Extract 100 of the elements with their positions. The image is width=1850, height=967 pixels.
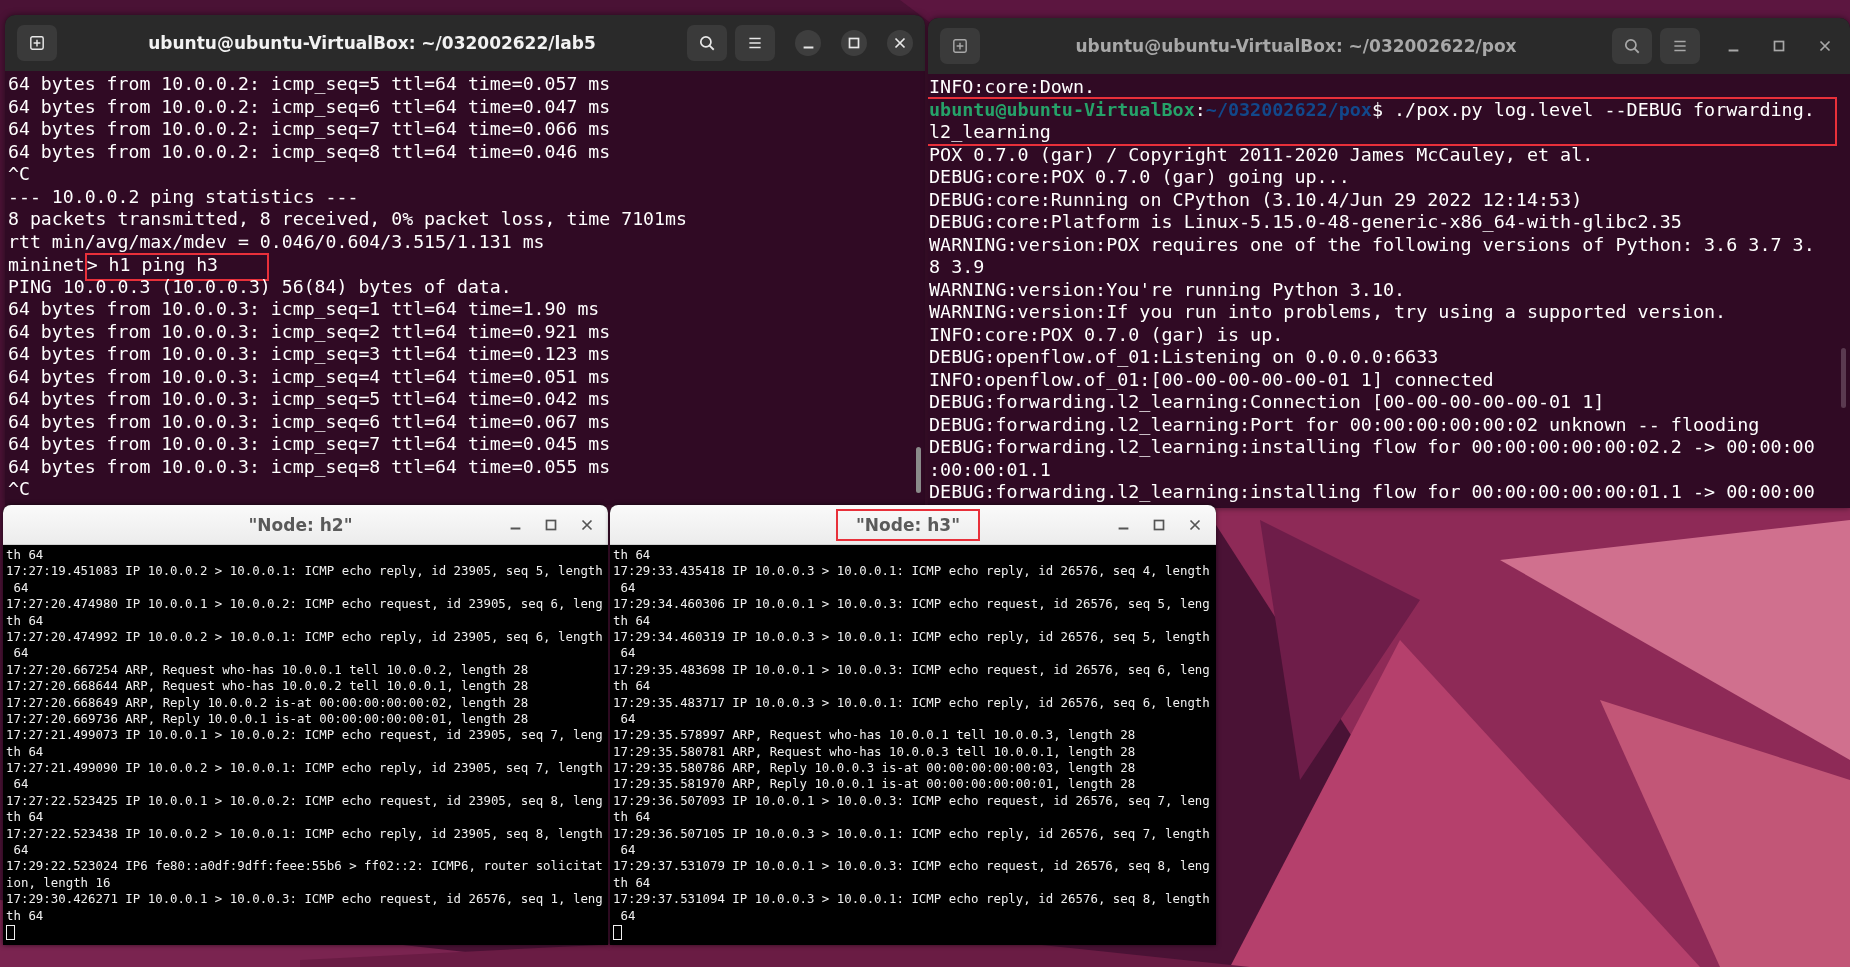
window-title: ubuntu@ubuntu-VirtualBox: ~/032002622/pox [1074, 36, 1518, 56]
terminal-line: 17:27:20.668649 ARP, Reply 10.0.0.2 is-at 00:00:00:00:00:02, length 28 [6, 694, 530, 711]
terminal-line: 17:29:37.531079 IP 10.0.0.1 > 10.0.0.3: ICMP echo request, id 26576, seq 8, leng [613, 858, 1211, 875]
terminal-line: WARNING:version:You're running Python 3.10. [929, 278, 1407, 301]
terminal-line: 64 bytes from 10.0.0.3: icmp_seq=5 ttl=64 time=0.042 ms [8, 388, 612, 411]
terminal-line: 64 [619, 579, 637, 597]
terminal-line: 64 bytes from 10.0.0.3: icmp_seq=7 ttl=64 time=0.045 ms [8, 433, 612, 456]
terminal-line: 64 bytes from 10.0.0.2: icmp_seq=5 ttl=64 time=0.057 ms [8, 73, 612, 96]
terminal-line: ion, length 16 [6, 874, 112, 892]
terminal-line: 17:29:35.483698 IP 10.0.0.1 > 10.0.0.3: ICMP echo request, id 26576, seq 6, leng [613, 661, 1211, 679]
plus-square-icon [28, 34, 46, 52]
terminal-line: th 64 [6, 612, 45, 629]
terminal-line: 64 [619, 710, 637, 728]
terminal-line: 64 [619, 645, 637, 662]
terminal-line: ^C [8, 478, 31, 501]
terminal-line: 17:29:22.523024 IP6 fe80::a0df:9dff:feee:55b6 > ff02::2: ICMP6, router solicitat [6, 858, 604, 875]
terminal-line: ^C [8, 163, 31, 186]
terminal-line: th 64 [613, 547, 652, 564]
terminal-line: :00:00:01.1 [929, 458, 1052, 481]
terminal-line: 64 [12, 579, 30, 597]
terminal-line: th 64 [613, 678, 652, 695]
terminal-line: th 64 [613, 612, 652, 629]
terminal-line: 17:29:36.507093 IP 10.0.0.1 > 10.0.0.3: ICMP echo request, id 26576, seq 7, leng [613, 792, 1211, 810]
command-text: $ ./pox.py log.level --DEBUG forwarding. [1371, 98, 1815, 120]
scrollbar-thumb[interactable] [916, 447, 921, 493]
terminal-line: 64 bytes from 10.0.0.3: icmp_seq=8 ttl=64 time=0.055 ms [8, 455, 612, 478]
window-title: "Node: h3" [836, 508, 980, 541]
minimize-icon [1727, 48, 1739, 52]
terminal-line: POX 0.7.0 (gar) / Copyright 2011-2020 James McCauley, et al. [929, 143, 1595, 166]
terminal-line: DEBUG:core:Running on CPython (3.10.4/Jun 29 2022 12:14:53) [929, 188, 1584, 211]
terminal-line: th 64 [6, 907, 45, 924]
terminal-line: DEBUG:core:POX 0.7.0 (gar) going up... [929, 166, 1351, 189]
terminal-line: 17:27:20.669736 ARP, Reply 10.0.0.1 is-at 00:00:00:00:00:01, length 28 [6, 710, 530, 728]
terminal-line: INFO:openflow.of_01:[00-00-00-00-00-01 1] connected [929, 368, 1495, 391]
terminal-line: 64 bytes from 10.0.0.3: icmp_seq=1 ttl=64 time=1.90 ms [8, 298, 601, 321]
terminal-line: DEBUG:openflow.of_01:Listening on 0.0.0.0:6633 [929, 346, 1440, 369]
terminal-line: DEBUG:forwarding.l2_learning:installing flow for 00:00:00:00:00:01.1 -> 00:00:00 [929, 481, 1816, 504]
terminal-line: INFO:core:Down. [929, 76, 1097, 99]
terminal-line: 17:29:33.435418 IP 10.0.0.3 > 10.0.0.1: ICMP echo reply, id 26576, seq 4, length [613, 563, 1211, 580]
minimize-button[interactable] [795, 30, 821, 56]
terminal-line: 17:29:30.426271 IP 10.0.0.1 > 10.0.0.3: ICMP echo request, id 26576, seq 1, leng [6, 891, 604, 908]
terminal-line: 64 [12, 645, 30, 662]
minimize-icon [509, 527, 521, 530]
terminal-line: INFO:core:POX 0.7.0 (gar) is up. [929, 323, 1285, 346]
terminal-line: 64 bytes from 10.0.0.2: icmp_seq=8 ttl=64 time=0.046 ms [8, 140, 612, 163]
terminal-line: l2_learning [929, 121, 1052, 144]
terminal-line: 64 [619, 842, 637, 859]
terminal-line: 17:27:20.667254 ARP, Request who-has 10.0.0.1 tell 10.0.0.2, length 28 [6, 661, 530, 679]
terminal-line: 17:29:37.531094 IP 10.0.0.3 > 10.0.0.1: ICMP echo reply, id 26576, seq 8, length [613, 891, 1211, 908]
terminal-line: DEBUG:forwarding.l2_learning:installing flow for 00:00:00:00:00:02.2 -> 00:00:00 [929, 436, 1816, 459]
terminal-line: --- 10.0.0.2 ping statistics --- [8, 185, 360, 208]
new-tab-button[interactable] [17, 25, 57, 61]
terminal-line: th 64 [613, 809, 652, 826]
terminal-line: 8 packets transmitted, 8 received, 0% packet loss, time 7101ms [8, 208, 688, 231]
prompt-path: ~/032002622/pox [1205, 98, 1372, 120]
close-button[interactable] [887, 30, 913, 56]
terminal-line: WARNING:version:If you run into problems, try using a supported version. [929, 301, 1728, 324]
terminal-line: 17:29:35.580781 ARP, Request who-has 10.0.0.3 tell 10.0.0.1, length 28 [613, 743, 1137, 761]
terminal-line: 64 bytes from 10.0.0.3: icmp_seq=4 ttl=64 time=0.051 ms [8, 365, 612, 388]
search-button[interactable] [687, 25, 727, 61]
terminal-line: 17:27:21.499073 IP 10.0.0.1 > 10.0.0.2: ICMP echo request, id 23905, seq 7, leng [6, 727, 604, 744]
prompt-user-host: ubuntu@ubuntu-VirtualBox [929, 98, 1195, 120]
terminal-line: 64 [12, 842, 30, 859]
terminal-line: 17:29:35.578997 ARP, Request who-has 10.0.0.1 tell 10.0.0.3, length 28 [613, 727, 1137, 744]
menu-button[interactable] [735, 25, 775, 61]
terminal-line: 17:29:35.581970 ARP, Reply 10.0.0.1 is-at 00:00:00:00:00:01, length 28 [613, 776, 1137, 793]
terminal-line: rtt min/avg/max/mdev = 0.046/0.604/3.515/1.131 ms [8, 230, 546, 253]
terminal-line: 17:27:20.474992 IP 10.0.0.2 > 10.0.0.1: ICMP echo reply, id 23905, seq 6, length [6, 628, 604, 646]
terminal-line: 17:27:20.474980 IP 10.0.0.1 > 10.0.0.2: ICMP echo request, id 23905, seq 6, leng [6, 596, 604, 613]
terminal-line: WARNING:version:POX requires one of the following versions of Python: 3.6 3.7 3. [929, 233, 1816, 256]
terminal-line: 17:27:22.523425 IP 10.0.0.1 > 10.0.0.2: ICMP echo request, id 23905, seq 8, leng [6, 792, 604, 810]
terminal-line: 17:29:34.460306 IP 10.0.0.1 > 10.0.0.3: ICMP echo request, id 26576, seq 5, leng [613, 596, 1211, 613]
search-icon [1623, 37, 1641, 55]
terminal-line: DEBUG:core:Platform is Linux-5.15.0-48-generic-x86_64-with-glibc2.35 [929, 211, 1683, 234]
terminal-line: th 64 [6, 743, 45, 761]
terminal-line: 17:27:22.523438 IP 10.0.0.2 > 10.0.0.1: ICMP echo reply, id 23905, seq 8, length [6, 825, 604, 843]
terminal-line: 17:27:19.451083 IP 10.0.0.2 > 10.0.0.1: ICMP echo reply, id 23905, seq 5, length [6, 563, 604, 580]
terminal-line: 17:29:35.483717 IP 10.0.0.3 > 10.0.0.1: ICMP echo reply, id 26576, seq 6, length [613, 694, 1211, 711]
minimize-icon [1117, 527, 1129, 530]
terminal-line: 64 bytes from 10.0.0.2: icmp_seq=6 ttl=64 time=0.047 ms [8, 95, 612, 118]
terminal-line: 64 bytes from 10.0.0.3: icmp_seq=3 ttl=64 time=0.123 ms [8, 343, 612, 366]
terminal-line: DEBUG:forwarding.l2_learning:Port for 00:00:00:00:00:02 unknown -- flooding [929, 413, 1761, 436]
search-button[interactable] [1612, 28, 1652, 64]
new-tab-button[interactable] [940, 28, 980, 64]
terminal-line: 64 bytes from 10.0.0.3: icmp_seq=2 ttl=64 time=0.921 ms [8, 320, 612, 343]
terminal-line: 8 3.9 [929, 256, 986, 279]
terminal-line: 17:29:35.580786 ARP, Reply 10.0.0.3 is-at 00:00:00:00:00:03, length 28 [613, 760, 1137, 777]
terminal-line: th 64 [613, 874, 652, 892]
search-icon [698, 34, 716, 52]
prompt-text: mininet [8, 254, 85, 275]
terminal-line: 17:27:20.668644 ARP, Request who-has 10.0.0.2 tell 10.0.0.1, length 28 [6, 678, 530, 695]
minimize-icon [802, 45, 814, 49]
menu-button[interactable] [1660, 28, 1700, 64]
terminal-line: th 64 [6, 547, 45, 564]
terminal-line: DEBUG:forwarding.l2_learning:Connection [00-00-00-00-00-01 1] [929, 391, 1606, 414]
plus-square-icon [951, 37, 969, 55]
terminal-line: 64 bytes from 10.0.0.2: icmp_seq=7 ttl=64 time=0.066 ms [8, 118, 612, 141]
scrollbar-thumb[interactable] [1841, 348, 1846, 408]
maximize-button[interactable] [841, 30, 867, 56]
window-title: ubuntu@ubuntu-VirtualBox: ~/032002622/lab5 [147, 33, 597, 53]
